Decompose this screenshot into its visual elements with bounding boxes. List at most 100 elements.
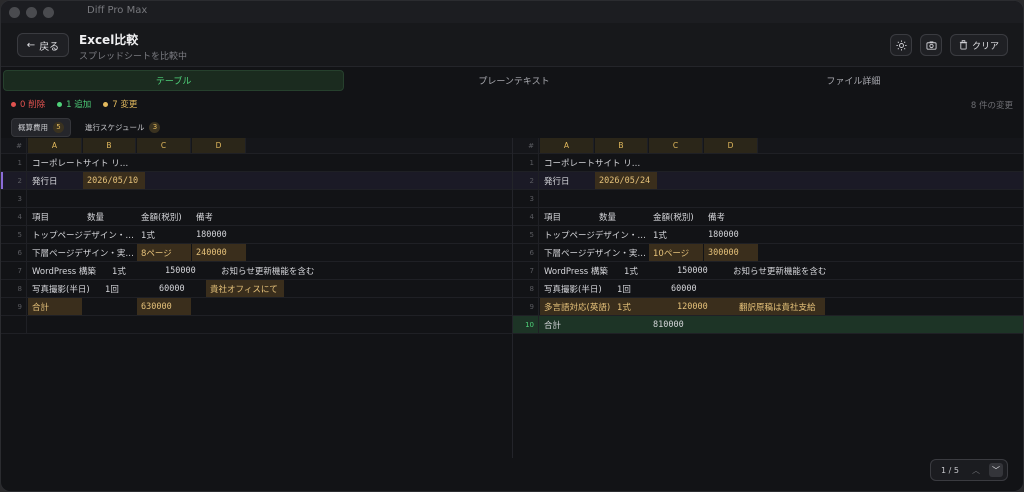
- theme-toggle-button[interactable]: [890, 34, 912, 56]
- cell-a10-added[interactable]: 合計: [540, 316, 561, 333]
- cell-d4[interactable]: 備考: [192, 208, 213, 225]
- cell-c5[interactable]: 1式: [137, 226, 155, 243]
- cell-a8[interactable]: 写真撮影(半日): [28, 280, 90, 297]
- table-row: 6 下層ページデザイン・実… 10ページ 300000: [513, 244, 1023, 262]
- column-header[interactable]: A: [28, 138, 82, 153]
- row-number: 1: [513, 154, 539, 171]
- cell-a7[interactable]: WordPress 構築: [540, 262, 608, 279]
- cell-d6-changed[interactable]: 300000: [704, 244, 758, 261]
- grid-original: # A B C D 1 コーポレートサイト リ… 2 発行日 2026/05/1…: [1, 138, 513, 458]
- sheet-tab-label: 概算費用: [18, 122, 48, 132]
- column-header[interactable]: B: [83, 138, 136, 153]
- cell-a6[interactable]: 下層ページデザイン・実…: [28, 244, 134, 261]
- sheet-change-badge: 5: [53, 121, 64, 133]
- title-bar: Diff Pro Max: [1, 1, 1023, 23]
- cell-d7[interactable]: お知らせ更新機能を含む: [217, 262, 314, 279]
- cell-c6-changed[interactable]: 8ページ: [137, 244, 191, 261]
- tab-plain-text[interactable]: プレーンテキスト: [344, 70, 683, 91]
- cell-b2-changed[interactable]: 2026/05/24: [595, 172, 657, 189]
- cell-b2-changed[interactable]: 2026/05/10: [83, 172, 145, 189]
- cell-b7[interactable]: 1式: [108, 262, 126, 279]
- diff-stats: 0 削除 1 追加 7 変更 8 件の変更: [1, 95, 1023, 113]
- cell-c9-changed[interactable]: 120000: [673, 298, 735, 315]
- cell-d4[interactable]: 備考: [704, 208, 725, 225]
- tab-file-details[interactable]: ファイル詳細: [684, 70, 1023, 91]
- cell-a9-changed[interactable]: 合計: [28, 298, 82, 315]
- cell-c10-added[interactable]: 810000: [649, 316, 684, 333]
- cell-c6-changed[interactable]: 10ページ: [649, 244, 703, 261]
- cell-c8[interactable]: 60000: [667, 280, 697, 297]
- column-header-row: # A B C D: [513, 138, 1023, 154]
- column-header[interactable]: C: [649, 138, 703, 153]
- row-number: 2: [513, 172, 539, 189]
- back-button[interactable]: ← 戻る: [17, 33, 69, 57]
- header: ← 戻る Excel比較 スプレッドシートを比較中 クリア: [1, 23, 1023, 67]
- sheet-tab-estimate[interactable]: 概算費用 5: [11, 117, 71, 137]
- row-number: 7: [513, 262, 539, 279]
- table-row: 6 下層ページデザイン・実… 8ページ 240000: [1, 244, 512, 262]
- column-header[interactable]: A: [540, 138, 594, 153]
- cell-a2[interactable]: 発行日: [28, 172, 58, 189]
- cell-d6-changed[interactable]: 240000: [192, 244, 246, 261]
- app-window: Diff Pro Max ← 戻る Excel比較 スプレッドシートを比較中 ク…: [0, 0, 1024, 492]
- next-change-button[interactable]: ﹀: [989, 463, 1003, 477]
- cell-c4[interactable]: 金額(税別): [137, 208, 182, 225]
- cell-a8[interactable]: 写真撮影(半日): [540, 280, 602, 297]
- cell-c7[interactable]: 150000: [673, 262, 708, 279]
- cell-d5[interactable]: 180000: [704, 226, 739, 243]
- cell-a9-changed[interactable]: 多言語対応(英語): [540, 298, 613, 315]
- page-title: Excel比較: [79, 33, 139, 47]
- cell-b9-changed[interactable]: 1式: [613, 298, 673, 315]
- back-button-label: 戻る: [39, 41, 60, 53]
- corner-cell: #: [513, 138, 539, 153]
- table-row: 4 項目 数量 金額(税別) 備考: [513, 208, 1023, 226]
- cell-c9-changed[interactable]: 630000: [137, 298, 191, 315]
- table-row: 3: [1, 190, 512, 208]
- cell-d7[interactable]: お知らせ更新機能を含む: [729, 262, 826, 279]
- cell-d5[interactable]: 180000: [192, 226, 227, 243]
- cell-c4[interactable]: 金額(税別): [649, 208, 694, 225]
- cell-d9-changed[interactable]: 翻訳原稿は貴社支給: [735, 298, 825, 315]
- clear-button[interactable]: クリア: [950, 34, 1008, 56]
- changed-count: 7 変更: [112, 100, 138, 110]
- sheet-tab-schedule[interactable]: 進行スケジュール 3: [79, 119, 166, 136]
- minimize-window-button[interactable]: [26, 6, 37, 18]
- changed-stat: 7 変更: [103, 98, 137, 110]
- cell-a5[interactable]: トップページデザイン・…: [28, 226, 134, 243]
- cell-a1[interactable]: コーポレートサイト リ…: [28, 154, 128, 171]
- column-header[interactable]: B: [595, 138, 648, 153]
- row-number: 2: [1, 172, 27, 189]
- table-row: 3: [513, 190, 1023, 208]
- cell-c8[interactable]: 60000: [155, 280, 185, 297]
- cell-b8[interactable]: 1回: [613, 280, 631, 297]
- row-number: [1, 316, 27, 333]
- cell-a4[interactable]: 項目: [540, 208, 561, 225]
- column-header[interactable]: D: [704, 138, 758, 153]
- cell-a6[interactable]: 下層ページデザイン・実…: [540, 244, 646, 261]
- cell-b4[interactable]: 数量: [595, 208, 616, 225]
- cell-a2[interactable]: 発行日: [540, 172, 570, 189]
- cell-a4[interactable]: 項目: [28, 208, 49, 225]
- cell-a5[interactable]: トップページデザイン・…: [540, 226, 646, 243]
- zoom-window-button[interactable]: [43, 6, 54, 18]
- previous-change-button[interactable]: ︿: [969, 463, 983, 477]
- column-header[interactable]: D: [192, 138, 246, 153]
- cell-b8[interactable]: 1回: [101, 280, 119, 297]
- removed-count: 0 削除: [20, 100, 46, 110]
- tab-table[interactable]: テーブル: [3, 70, 345, 91]
- screenshot-button[interactable]: [920, 34, 942, 56]
- table-row: 7 WordPress 構築 1式 150000 お知らせ更新機能を含む: [1, 262, 512, 280]
- clear-button-label: クリア: [971, 41, 999, 52]
- row-number: 8: [513, 280, 539, 297]
- column-header-row: # A B C D: [1, 138, 512, 154]
- cell-b4[interactable]: 数量: [83, 208, 104, 225]
- table-row: 2 発行日 2026/05/24: [513, 172, 1023, 190]
- column-header[interactable]: C: [137, 138, 191, 153]
- cell-d8-changed[interactable]: 貴社オフィスにて: [206, 280, 284, 297]
- cell-b7[interactable]: 1式: [620, 262, 638, 279]
- cell-a7[interactable]: WordPress 構築: [28, 262, 96, 279]
- close-window-button[interactable]: [9, 6, 20, 18]
- cell-c5[interactable]: 1式: [649, 226, 667, 243]
- cell-c7[interactable]: 150000: [161, 262, 196, 279]
- cell-a1[interactable]: コーポレートサイト リ…: [540, 154, 640, 171]
